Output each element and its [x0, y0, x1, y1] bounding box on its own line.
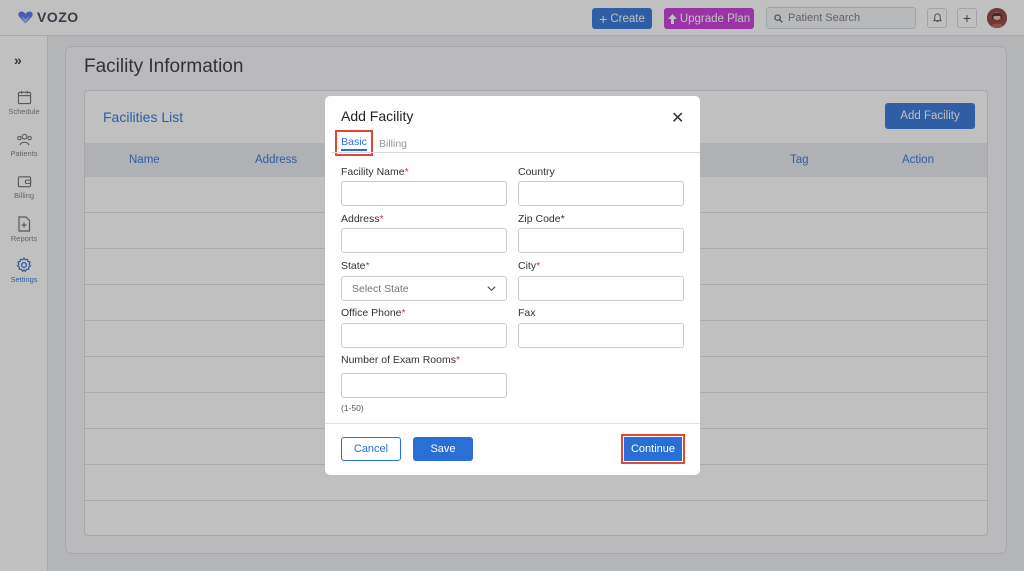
- exam-rooms-label: Number of Exam Rooms*: [341, 354, 460, 366]
- facility-name-input[interactable]: [342, 182, 506, 205]
- save-button[interactable]: Save: [413, 437, 473, 461]
- add-facility-modal: Add Facility ✕ Basic Billing Facility Na…: [325, 96, 700, 475]
- chevron-down-icon: [487, 286, 496, 292]
- continue-button[interactable]: Continue: [624, 437, 682, 461]
- tab-divider: [331, 152, 700, 153]
- city-label-text: City: [518, 260, 537, 272]
- required-marker: *: [455, 354, 461, 366]
- country-field[interactable]: [518, 181, 684, 206]
- office-phone-label: Office Phone*: [341, 307, 406, 319]
- cancel-button[interactable]: Cancel: [341, 437, 401, 461]
- office-phone-input[interactable]: [342, 324, 506, 347]
- exam-rooms-field[interactable]: [341, 373, 507, 398]
- facility-name-field[interactable]: [341, 181, 507, 206]
- required-marker: *: [536, 260, 541, 272]
- office-phone-field[interactable]: [341, 323, 507, 348]
- zip-code-label: Zip Code*: [518, 213, 565, 225]
- fax-field[interactable]: [518, 323, 684, 348]
- required-marker: *: [379, 213, 384, 225]
- country-input[interactable]: [519, 182, 683, 205]
- zip-code-input[interactable]: [519, 229, 683, 252]
- fax-label: Fax: [518, 307, 536, 319]
- close-icon[interactable]: ✕: [671, 108, 684, 128]
- country-label: Country: [518, 166, 555, 178]
- address-input[interactable]: [342, 229, 506, 252]
- state-select[interactable]: [341, 276, 507, 301]
- facility-name-label: Facility Name*: [341, 166, 409, 178]
- office-phone-label-text: Office Phone: [341, 307, 402, 319]
- continue-highlight: Continue: [621, 434, 685, 464]
- state-label-text: State: [341, 260, 366, 272]
- fax-input[interactable]: [519, 324, 683, 347]
- tab-basic-label: Basic: [341, 136, 367, 151]
- required-marker: *: [401, 307, 406, 319]
- modal-title: Add Facility: [341, 108, 414, 124]
- facility-name-label-text: Facility Name: [341, 166, 405, 178]
- exam-rooms-label-text: Number of Exam Rooms: [341, 354, 456, 366]
- exam-rooms-hint: (1-50): [341, 403, 364, 413]
- address-label: Address*: [341, 213, 384, 225]
- modal-footer-divider: [325, 423, 700, 424]
- zip-code-field[interactable]: [518, 228, 684, 253]
- state-label: State*: [341, 260, 370, 272]
- tab-billing[interactable]: Billing: [379, 138, 407, 150]
- city-label: City*: [518, 260, 540, 272]
- required-marker: *: [365, 260, 370, 272]
- address-label-text: Address: [341, 213, 380, 225]
- exam-rooms-input[interactable]: [342, 374, 506, 397]
- address-field[interactable]: [341, 228, 507, 253]
- city-field[interactable]: [518, 276, 684, 301]
- city-input[interactable]: [519, 277, 683, 300]
- required-marker: *: [404, 166, 409, 178]
- state-select-input[interactable]: [342, 277, 506, 300]
